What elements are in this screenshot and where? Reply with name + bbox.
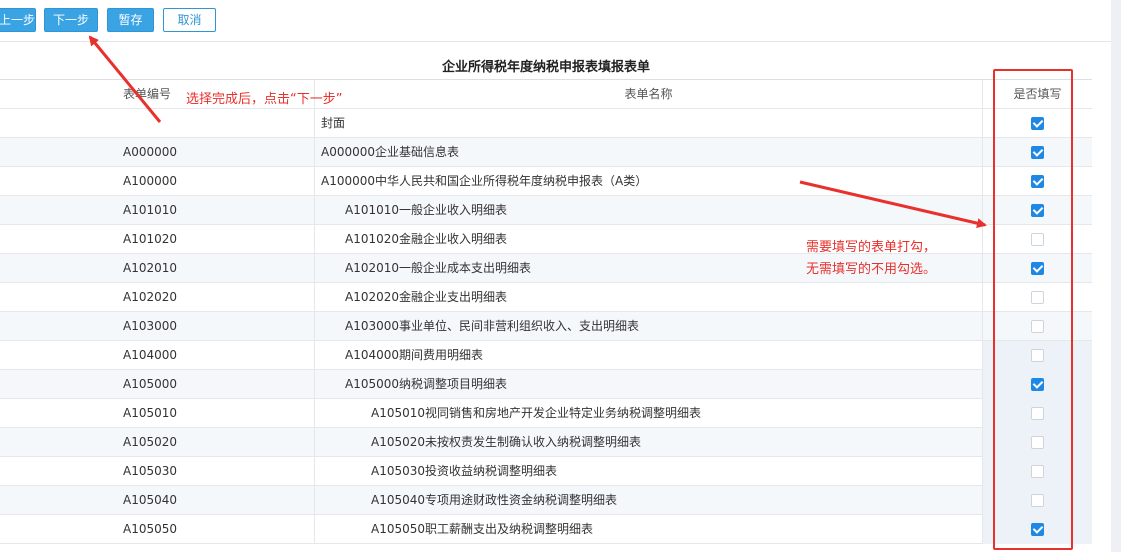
arrow-to-checkbox-column bbox=[799, 180, 987, 229]
annotation-arrows bbox=[88, 35, 987, 229]
arrow-to-next-button bbox=[88, 35, 162, 123]
